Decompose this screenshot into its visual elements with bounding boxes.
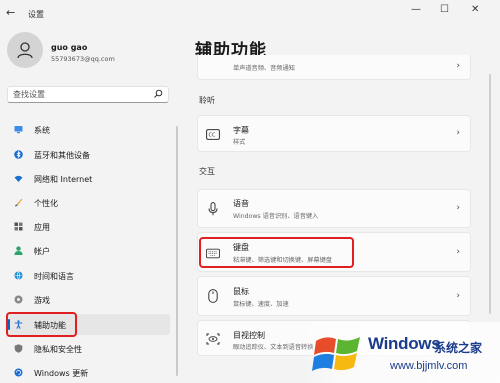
search-box[interactable] [7, 86, 169, 103]
user-name: guo gao [51, 43, 88, 52]
accessibility-icon [14, 320, 23, 329]
minimize-button[interactable]: — [411, 4, 421, 15]
sidebar-item-system[interactable]: 系统 [7, 119, 170, 140]
microphone-icon [206, 202, 220, 216]
maximize-button[interactable]: ☐ [440, 4, 449, 15]
card-title: 键盘 [233, 243, 249, 252]
bluetooth-icon [14, 150, 23, 159]
sidebar-item-windows-update[interactable]: Windows 更新 [7, 362, 170, 383]
card-title: 语音 [233, 199, 249, 208]
sidebar-scrollbar[interactable] [176, 126, 178, 376]
watermark-cn: 系统之家 [434, 341, 483, 355]
sidebar-item-label: 系统 [34, 126, 50, 135]
sidebar-item-privacy[interactable]: 隐私和安全性 [7, 338, 170, 359]
back-arrow-icon[interactable]: ← [6, 6, 15, 19]
watermark-brand: Windows [368, 334, 441, 353]
sidebar-item-label: 应用 [34, 223, 50, 232]
wifi-icon [14, 174, 23, 183]
mouse-card[interactable]: 鼠标 鼠标键、速度、加速 › [197, 276, 471, 316]
chevron-right-icon: › [456, 247, 460, 257]
shield-icon [14, 344, 23, 353]
monitor-icon [14, 125, 23, 134]
brush-icon [14, 198, 23, 207]
chevron-right-icon: › [456, 61, 460, 71]
update-icon [14, 368, 23, 377]
section-header-hearing: 聆听 [199, 96, 215, 105]
sidebar-item-label: 辅助功能 [34, 321, 66, 330]
sidebar-item-label: 游戏 [34, 296, 50, 305]
card-description: 粘滞键、筛选键和切换键、屏幕键盘 [233, 257, 332, 264]
content-scrollbar[interactable] [489, 74, 491, 314]
chevron-right-icon: › [456, 203, 460, 213]
watermark: Windows 系统之家 www.bjjmlv.com [300, 322, 500, 383]
sidebar-item-label: 隐私和安全性 [34, 345, 82, 354]
sidebar-item-label: 帐户 [34, 247, 50, 256]
globe-icon [14, 271, 23, 280]
sidebar-item-time-language[interactable]: 时间和语言 [7, 265, 170, 286]
sidebar-item-label: Windows 更新 [34, 369, 89, 378]
sidebar-item-label: 个性化 [34, 199, 58, 208]
svg-text:CC: CC [209, 132, 216, 138]
eye-control-icon [206, 332, 220, 346]
sidebar-item-apps[interactable]: 应用 [7, 216, 170, 237]
watermark-url: www.bjjmlv.com [390, 360, 468, 372]
selection-indicator [8, 319, 10, 330]
sidebar-item-label: 蓝牙和其他设备 [34, 151, 90, 160]
card-title: 字幕 [233, 126, 249, 135]
card-title: 鼠标 [233, 287, 249, 296]
person-icon [17, 42, 33, 59]
sidebar-item-label: 时间和语言 [34, 272, 74, 281]
chevron-right-icon: › [456, 128, 460, 138]
app-title: 设置 [28, 10, 44, 19]
avatar[interactable] [7, 32, 43, 68]
mouse-icon [206, 289, 220, 303]
title-bar: ← 设置 — ☐ ✕ [0, 0, 500, 28]
search-input[interactable] [13, 88, 143, 101]
speech-card[interactable]: 语音 Windows 语音识别、语音键入 › [197, 189, 471, 228]
card-description: 鼠标键、速度、加速 [233, 301, 289, 308]
card-title: 目视控制 [233, 331, 265, 340]
user-email: 55793673@qq.com [51, 55, 115, 63]
sidebar-item-network[interactable]: 网络和 Internet [7, 168, 170, 189]
windows-logo-icon [312, 337, 360, 371]
chevron-right-icon: › [456, 291, 460, 301]
sidebar-item-gaming[interactable]: 游戏 [7, 289, 170, 310]
captions-card[interactable]: CC 字幕 样式 › [197, 115, 471, 152]
captions-icon: CC [206, 127, 220, 141]
card-description: Windows 语音识别、语音键入 [233, 213, 319, 220]
sidebar-item-accounts[interactable]: 帐户 [7, 240, 170, 261]
apps-icon [14, 222, 23, 231]
close-button[interactable]: ✕ [471, 4, 479, 15]
sidebar-item-personalization[interactable]: 个性化 [7, 192, 170, 213]
partial-card-audio[interactable]: 单声道音频、音频通知 › [197, 55, 471, 80]
section-header-interaction: 交互 [199, 167, 215, 176]
account-icon [14, 246, 23, 255]
sidebar-item-label: 网络和 Internet [34, 175, 93, 184]
keyboard-icon [206, 246, 220, 260]
sidebar-item-bluetooth[interactable]: 蓝牙和其他设备 [7, 144, 170, 165]
card-description: 样式 [233, 139, 246, 146]
search-icon[interactable] [153, 89, 163, 99]
gamepad-icon [14, 295, 23, 304]
sidebar-item-accessibility[interactable]: 辅助功能 [7, 314, 170, 335]
keyboard-card[interactable]: 键盘 粘滞键、筛选键和切换键、屏幕键盘 › [197, 232, 471, 272]
card-description: 单声道音频、音频通知 [233, 65, 295, 72]
